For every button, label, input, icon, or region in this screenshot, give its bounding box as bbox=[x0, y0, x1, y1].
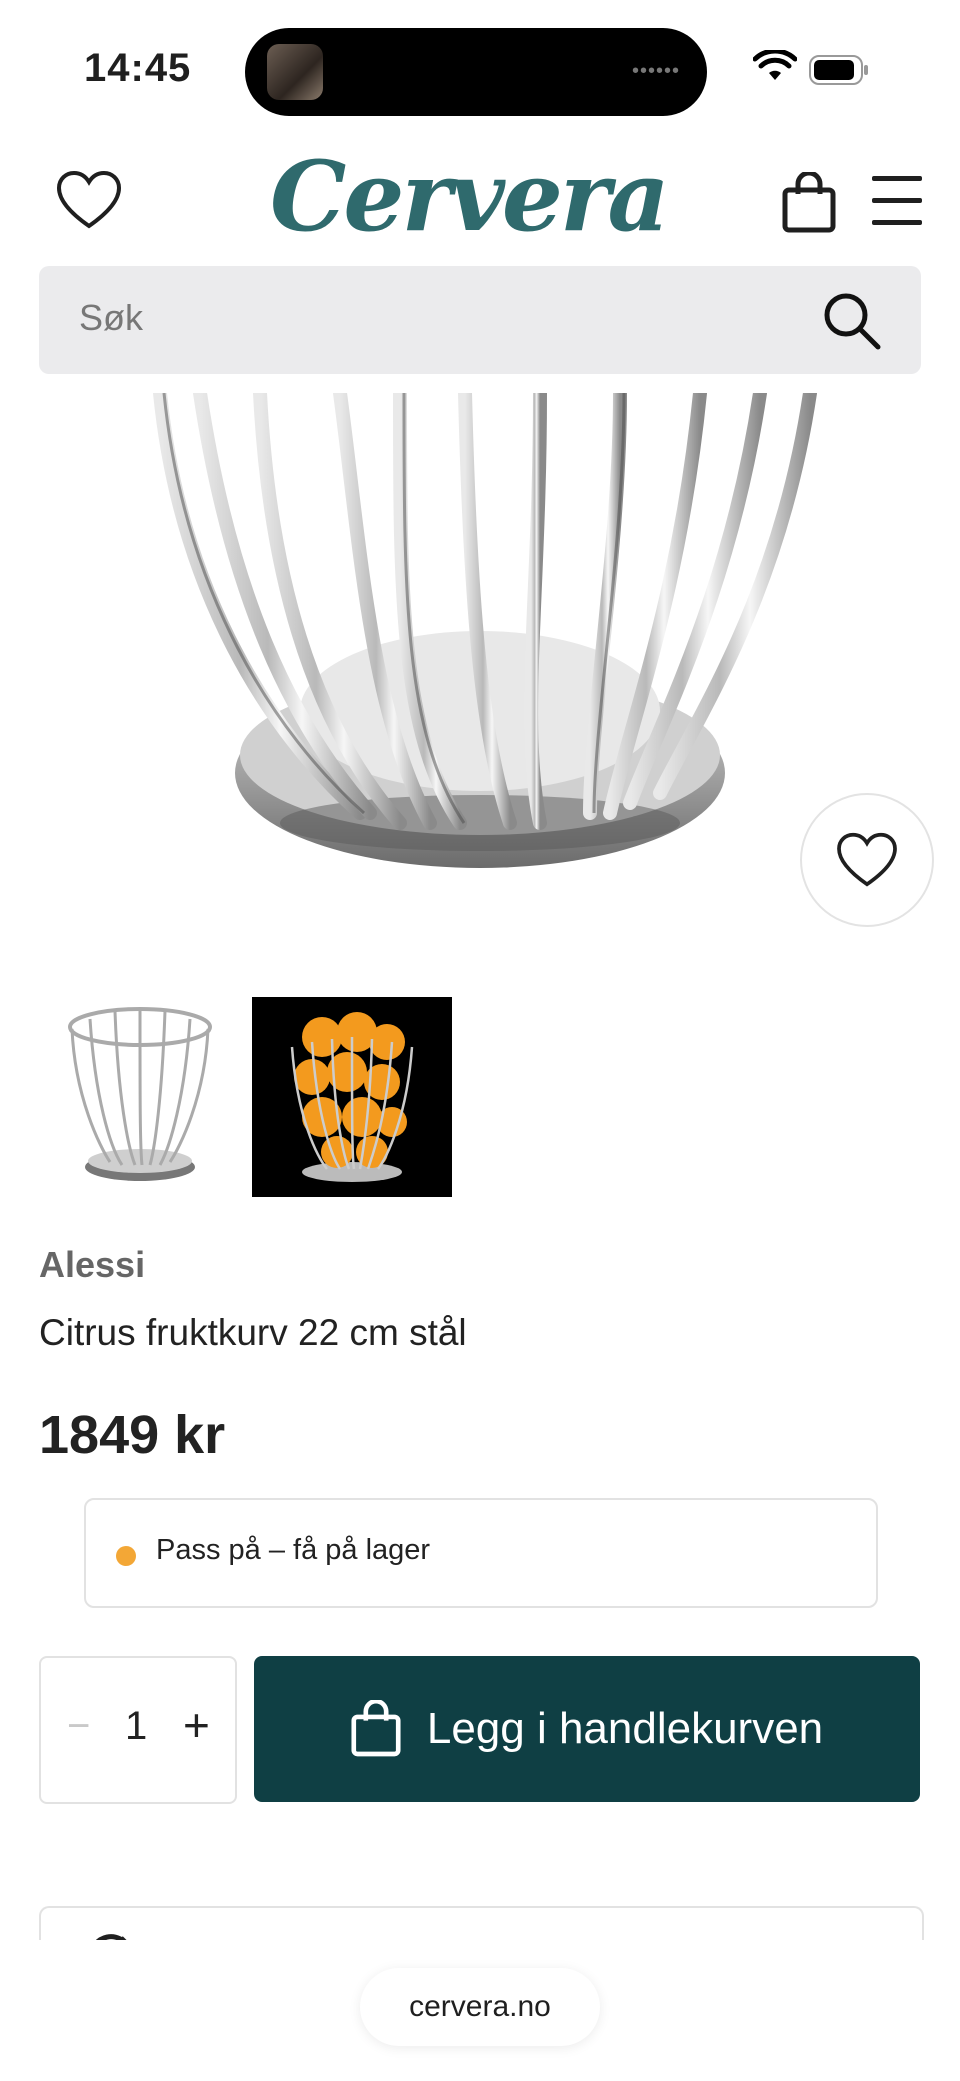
search-input[interactable] bbox=[77, 296, 781, 340]
menu-hamburger-icon[interactable] bbox=[872, 176, 922, 242]
site-logo[interactable]: Cervera bbox=[270, 140, 670, 253]
wifi-icon bbox=[753, 50, 797, 80]
wishlist-heart-icon[interactable] bbox=[56, 170, 122, 230]
stock-status-box: Pass på – få på lager bbox=[84, 1498, 878, 1608]
browser-url-pill[interactable]: cervera.no bbox=[360, 1968, 600, 2046]
favorite-button[interactable] bbox=[800, 793, 934, 927]
quantity-increase-button[interactable]: + bbox=[183, 1698, 210, 1752]
status-time: 14:45 bbox=[84, 46, 192, 90]
product-thumbnail-1[interactable] bbox=[40, 997, 240, 1197]
quantity-decrease-button[interactable]: − bbox=[67, 1704, 90, 1749]
product-brand[interactable]: Alessi bbox=[39, 1244, 145, 1286]
product-main-image[interactable] bbox=[120, 393, 840, 933]
now-playing-artwork bbox=[267, 44, 323, 100]
battery-icon bbox=[809, 55, 868, 85]
quantity-stepper: − 1 + bbox=[39, 1656, 237, 1804]
search-icon[interactable] bbox=[821, 290, 883, 352]
audio-waveform-icon: •••••• bbox=[632, 60, 681, 82]
product-title: Citrus fruktkurv 22 cm stål bbox=[39, 1312, 467, 1353]
heart-icon bbox=[837, 832, 897, 887]
product-thumbnail-2[interactable] bbox=[252, 997, 452, 1197]
quantity-value[interactable]: 1 bbox=[125, 1704, 147, 1749]
shopping-bag-icon bbox=[351, 1700, 401, 1757]
shopping-bag-icon[interactable] bbox=[782, 172, 836, 234]
product-price: 1849 kr bbox=[39, 1405, 226, 1465]
stock-indicator-dot bbox=[116, 1546, 136, 1566]
add-to-cart-button[interactable]: Legg i handlekurven bbox=[254, 1656, 920, 1802]
stock-status-text: Pass på – få på lager bbox=[156, 1534, 431, 1566]
add-to-cart-label: Legg i handlekurven bbox=[426, 1704, 824, 1753]
search-bar[interactable] bbox=[39, 266, 921, 374]
